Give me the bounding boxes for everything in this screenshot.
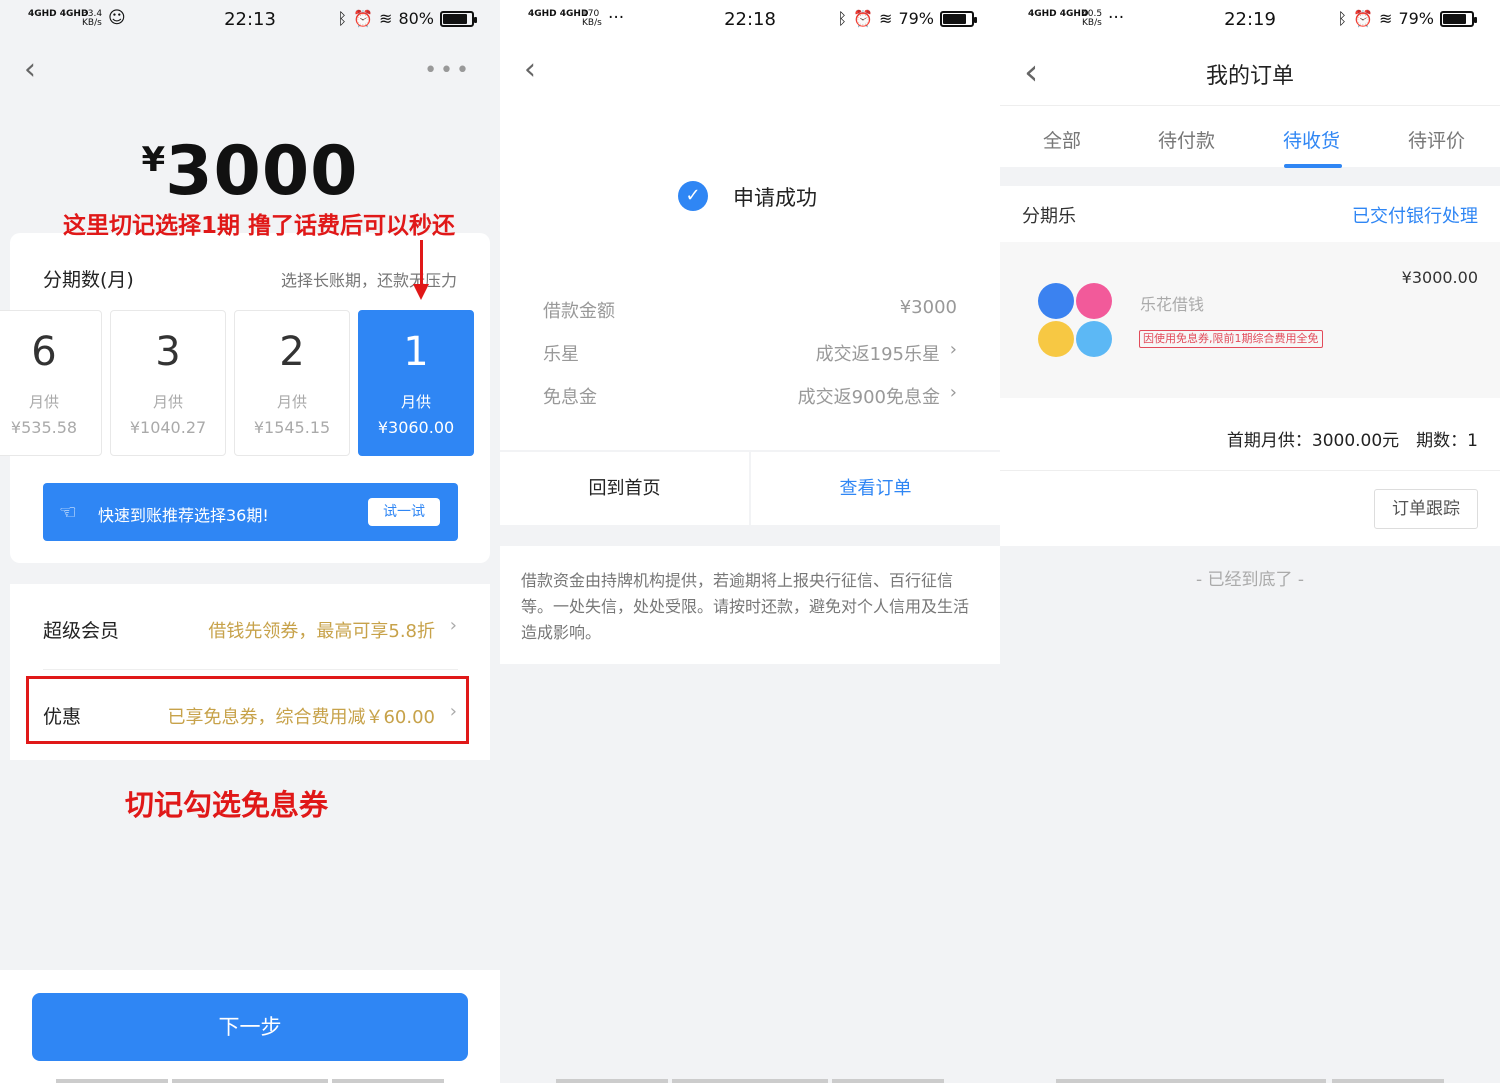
term-option-3[interactable]: 3 月供 ¥1040.27: [110, 310, 226, 456]
annotation-bottom: 切记勾选免息券: [125, 788, 329, 822]
bluetooth-icon: ᛒ: [837, 9, 848, 28]
nav-hint: [332, 1079, 444, 1083]
end-of-list: - 已经到底了 -: [1195, 570, 1305, 590]
info-label: 借款金额: [543, 301, 615, 322]
track-order-button[interactable]: 订单跟踪: [1374, 489, 1478, 529]
nav-hint: [672, 1079, 828, 1083]
tab-pending-receipt[interactable]: 待收货: [1283, 126, 1340, 153]
hand-point-icon: ☜: [59, 500, 77, 524]
nav-hint: [1332, 1079, 1444, 1083]
back-icon[interactable]: ‹: [24, 55, 36, 85]
more-icon[interactable]: •••: [424, 58, 472, 83]
product-price: ¥3000.00: [1401, 268, 1478, 287]
status-right: ᛒ ⏰ ≋ 79%: [837, 9, 977, 28]
wifi-icon: ≋: [1379, 9, 1393, 28]
disclaimer: 借款资金由持牌机构提供，若逾期将上报央行征信、百行征信等。一处失信，处处受限。请…: [521, 571, 970, 642]
wifi-icon: ≋: [379, 9, 393, 28]
info-value[interactable]: 成交返195乐星: [816, 340, 940, 366]
vip-label: 超级会员: [43, 620, 120, 642]
nav-hint: [1056, 1079, 1326, 1083]
nav-hint: [832, 1079, 944, 1083]
bluetooth-icon: ᛒ: [1337, 9, 1348, 28]
term-option-6[interactable]: 6 月供 ¥535.58: [0, 310, 102, 456]
annotation-arrow-icon: [413, 240, 429, 300]
success-title: 申请成功: [733, 186, 817, 210]
view-order-button[interactable]: 查看订单: [751, 452, 1000, 525]
wifi-icon: ≋: [879, 9, 893, 28]
info-label: 免息金: [543, 387, 597, 408]
alarm-icon: ⏰: [1353, 9, 1374, 28]
alarm-icon: ⏰: [353, 9, 374, 28]
divider: [1000, 470, 1500, 471]
chevron-right-icon[interactable]: ›: [450, 615, 457, 636]
home-button[interactable]: 回到首页: [500, 452, 749, 525]
battery-icon: [940, 10, 977, 27]
annotation-box: [26, 676, 469, 744]
bluetooth-icon: ᛒ: [337, 9, 348, 28]
divider: [43, 669, 458, 670]
term-title: 分期数(月): [43, 269, 134, 291]
nav-hint: [556, 1079, 668, 1083]
summary-text: 首期月供：3000.00元 期数：1: [1226, 431, 1478, 451]
vip-value[interactable]: 借钱先领券，最高可享5.8折: [208, 617, 435, 643]
tab-pending-payment[interactable]: 待付款: [1158, 126, 1215, 153]
back-icon[interactable]: ‹: [524, 55, 536, 85]
term-option-2[interactable]: 2 月供 ¥1545.15: [234, 310, 350, 456]
promo-text: 快速到账推荐选择36期!: [98, 506, 269, 525]
battery-percent: 79%: [898, 9, 934, 28]
annotation-top: 这里切记选择1期 撸了话费后可以秒还: [62, 213, 455, 239]
battery-icon: [1440, 10, 1477, 27]
battery-percent: 79%: [1398, 9, 1434, 28]
nav-hint: [56, 1079, 168, 1083]
screen-success: 4GHD 4GHD 170 KB/s ··· 22:18 ᛒ ⏰ ≋ 79% ‹ …: [500, 0, 1000, 1083]
status-bar: 4GHD 4GHD 170 KB/s ··· 22:18 ᛒ ⏰ ≋ 79%: [500, 0, 1000, 40]
battery-icon: [440, 10, 477, 27]
order-tabs: 全部 待付款 待收货 待评价: [1000, 105, 1500, 168]
active-tab-indicator: [1284, 164, 1342, 168]
product-name: 乐花借钱: [1140, 295, 1205, 314]
info-label: 乐星: [543, 344, 579, 365]
tab-pending-review[interactable]: 待评价: [1408, 126, 1465, 153]
coupon-tag: 因使用免息券,限前1期综合费用全免: [1139, 330, 1323, 348]
next-step-button[interactable]: 下一步: [32, 993, 468, 1061]
fenqile-logo-icon: [1038, 283, 1114, 359]
loan-amount: ¥3000: [141, 132, 359, 211]
status-right: ᛒ ⏰ ≋ 79%: [1337, 9, 1477, 28]
check-icon: ✓: [678, 181, 708, 211]
order-header: 分期乐 已交付银行处理: [1000, 186, 1500, 242]
alarm-icon: ⏰: [853, 9, 874, 28]
try-button[interactable]: 试一试: [368, 498, 440, 526]
info-value[interactable]: 成交返900免息金: [798, 383, 940, 409]
chevron-right-icon[interactable]: ›: [950, 339, 957, 360]
status-bar: 4GHD 4GHD 40.5 KB/s ··· 22:19 ᛒ ⏰ ≋ 79%: [1000, 0, 1500, 40]
screen-orders: 4GHD 4GHD 40.5 KB/s ··· 22:19 ᛒ ⏰ ≋ 79% ‹…: [1000, 0, 1500, 1083]
status-right: ᛒ ⏰ ≋ 80%: [337, 9, 477, 28]
nav-hint: [172, 1079, 328, 1083]
info-value: ¥3000: [899, 297, 957, 318]
chevron-right-icon[interactable]: ›: [950, 382, 957, 403]
tab-all[interactable]: 全部: [1043, 126, 1081, 153]
order-status: 已交付银行处理: [1352, 206, 1478, 227]
promo-banner[interactable]: ☜ 快速到账推荐选择36期! 试一试: [43, 483, 458, 541]
shop-name: 分期乐: [1022, 206, 1076, 227]
status-bar: 4GHD 4GHD 33.4 KB/s ☺ 22:13 ᛒ ⏰ ≋ 80%: [0, 0, 500, 40]
page-title: 我的订单: [1205, 64, 1294, 89]
term-option-1[interactable]: 1 月供 ¥3060.00: [358, 310, 474, 456]
term-hint: 选择长账期，还款无压力: [280, 271, 457, 290]
battery-percent: 80%: [398, 9, 434, 28]
screen-installment: 4GHD 4GHD 33.4 KB/s ☺ 22:13 ᛒ ⏰ ≋ 80% ‹ •…: [0, 0, 500, 1083]
